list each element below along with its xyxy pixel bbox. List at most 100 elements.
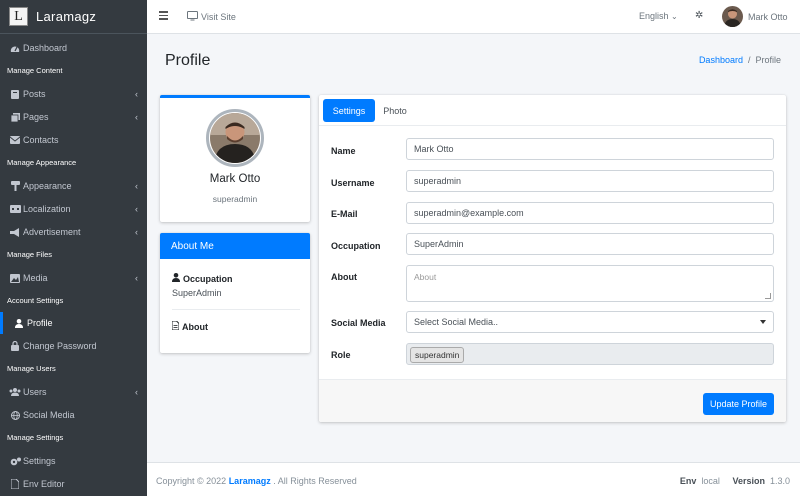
email-label: E-Mail bbox=[331, 209, 358, 219]
visit-site-link[interactable]: Visit Site bbox=[187, 11, 236, 23]
brand-link[interactable]: L Laramagz bbox=[0, 0, 147, 34]
sidebar-item-localization[interactable]: Localization ‹ bbox=[0, 198, 147, 220]
sidebar-item-label: Env Editor bbox=[23, 479, 65, 489]
sidebar-item-label: Advertisement bbox=[23, 227, 81, 237]
sidebar-item-label: Appearance bbox=[23, 181, 72, 191]
social-media-select[interactable]: Select Social Media.. bbox=[406, 311, 774, 333]
page-footer: Copyright © 2022 Laramagz . All Rights R… bbox=[147, 462, 800, 496]
about-placeholder: About bbox=[414, 272, 437, 282]
profile-name: Mark Otto bbox=[209, 173, 261, 185]
chevron-left-icon: ‹ bbox=[135, 273, 138, 283]
sidebar-item-change-password[interactable]: Change Password bbox=[0, 335, 147, 357]
footer-brand-link[interactable]: Laramagz bbox=[229, 476, 271, 486]
username-label: Username bbox=[331, 178, 375, 188]
social-media-placeholder: Select Social Media.. bbox=[414, 317, 499, 327]
sidebar-item-profile[interactable]: Profile bbox=[0, 312, 147, 334]
chevron-left-icon: ‹ bbox=[135, 181, 138, 191]
sidebar-item-advertisement[interactable]: Advertisement ‹ bbox=[0, 221, 147, 243]
social-media-label: Social Media bbox=[331, 318, 386, 328]
nav-header-manage-content: Manage Content bbox=[7, 66, 63, 75]
sidebar-item-social-media[interactable]: Social Media bbox=[0, 404, 147, 426]
sidebar-item-label: Pages bbox=[23, 112, 49, 122]
chevron-left-icon: ‹ bbox=[135, 387, 138, 397]
sidebar-item-settings[interactable]: Settings bbox=[0, 450, 147, 472]
sidebar-item-dashboard[interactable]: Dashboard bbox=[0, 37, 147, 59]
nav-header-manage-users: Manage Users bbox=[7, 364, 56, 373]
nav-header-manage-settings: Manage Settings bbox=[7, 433, 64, 442]
sidebar-item-users[interactable]: Users ‹ bbox=[0, 381, 147, 403]
profile-tabs: Settings Photo bbox=[319, 95, 786, 126]
cogs-icon bbox=[9, 457, 21, 466]
about-label: About bbox=[331, 272, 357, 282]
sidebar-item-label: Localization bbox=[23, 204, 71, 214]
about-textarea[interactable]: About bbox=[406, 265, 774, 302]
sidebar-item-media[interactable]: Media ‹ bbox=[0, 267, 147, 289]
sidebar-item-contacts[interactable]: Contacts bbox=[0, 129, 147, 151]
sidebar-item-appearance[interactable]: Appearance ‹ bbox=[0, 175, 147, 197]
copyright-text: Copyright © 2022 bbox=[156, 476, 227, 486]
settings-card: Settings Photo Name Mark Otto Username s… bbox=[319, 95, 786, 422]
nav-header-manage-files: Manage Files bbox=[7, 250, 53, 259]
language-icon bbox=[9, 205, 21, 213]
role-label: Role bbox=[331, 350, 351, 360]
file-alt-icon bbox=[171, 320, 180, 332]
chevron-left-icon: ‹ bbox=[135, 227, 138, 237]
tab-settings[interactable]: Settings bbox=[323, 99, 375, 122]
visit-site-label: Visit Site bbox=[201, 12, 236, 22]
user-avatar[interactable] bbox=[722, 6, 743, 27]
settings-card-footer: Update Profile bbox=[319, 379, 786, 422]
globe-icon bbox=[9, 410, 21, 420]
user-icon bbox=[13, 318, 25, 328]
env-version-info: Env local Version 1.3.0 bbox=[680, 476, 790, 486]
copy-icon bbox=[9, 112, 21, 122]
sidebar-item-label: Profile bbox=[27, 318, 53, 328]
breadcrumb-dashboard-link[interactable]: Dashboard bbox=[699, 55, 743, 65]
sidebar-item-pages[interactable]: Pages ‹ bbox=[0, 106, 147, 128]
sidebar-item-posts[interactable]: Posts ‹ bbox=[0, 83, 147, 105]
about-me-title: About Me bbox=[160, 233, 310, 259]
sidebar-item-label: Change Password bbox=[23, 341, 97, 351]
bullhorn-icon bbox=[9, 227, 21, 237]
dashboard-icon bbox=[9, 44, 21, 53]
version-label: Version bbox=[732, 476, 765, 486]
photo-video-icon bbox=[9, 273, 21, 283]
name-label: Name bbox=[331, 146, 356, 156]
chevron-down-icon: ⌄ bbox=[671, 12, 678, 21]
update-profile-button[interactable]: Update Profile bbox=[703, 393, 774, 415]
sidebar-item-label: Users bbox=[23, 387, 47, 397]
breadcrumb: Dashboard / Profile bbox=[699, 55, 781, 65]
breadcrumb-current: Profile bbox=[755, 55, 781, 65]
user-name[interactable]: Mark Otto bbox=[748, 12, 788, 22]
about-me-card: About Me Occupation SuperAdmin About bbox=[160, 233, 310, 353]
top-navbar: Visit Site English ⌄ ✲ Mark Otto bbox=[147, 0, 800, 34]
page-title: Profile bbox=[165, 52, 211, 69]
envelope-icon bbox=[9, 136, 21, 144]
username-input[interactable]: superadmin bbox=[406, 170, 774, 192]
resize-handle-icon[interactable] bbox=[765, 293, 771, 299]
occupation-label: Occupation bbox=[331, 241, 381, 251]
name-input[interactable]: Mark Otto bbox=[406, 138, 774, 160]
chevron-left-icon: ‹ bbox=[135, 112, 138, 122]
occupation-input[interactable]: SuperAdmin bbox=[406, 233, 774, 255]
role-select: superadmin bbox=[406, 343, 774, 365]
caret-down-icon bbox=[760, 320, 766, 324]
paint-roller-icon bbox=[9, 181, 21, 191]
users-icon bbox=[9, 388, 21, 396]
menu-toggle-icon[interactable] bbox=[159, 11, 168, 22]
chevron-left-icon: ‹ bbox=[135, 89, 138, 99]
settings-gear-icon[interactable]: ✲ bbox=[695, 10, 703, 21]
email-input[interactable]: superadmin@example.com bbox=[406, 202, 774, 224]
occupation-label: Occupation bbox=[183, 273, 233, 284]
book-icon bbox=[9, 89, 21, 99]
desktop-icon bbox=[187, 11, 201, 23]
nav-header-manage-appearance: Manage Appearance bbox=[7, 158, 77, 167]
copyright: Copyright © 2022 Laramagz . All Rights R… bbox=[156, 476, 357, 486]
language-label: English bbox=[639, 11, 669, 21]
sidebar-item-env-editor[interactable]: Env Editor bbox=[0, 473, 147, 495]
copyright-suffix: . All Rights Reserved bbox=[273, 476, 357, 486]
file-icon bbox=[9, 479, 21, 489]
about-label: About bbox=[182, 321, 208, 332]
nav-header-account-settings: Account Settings bbox=[7, 296, 64, 305]
tab-photo[interactable]: Photo bbox=[379, 99, 411, 122]
language-dropdown[interactable]: English ⌄ bbox=[639, 11, 678, 21]
